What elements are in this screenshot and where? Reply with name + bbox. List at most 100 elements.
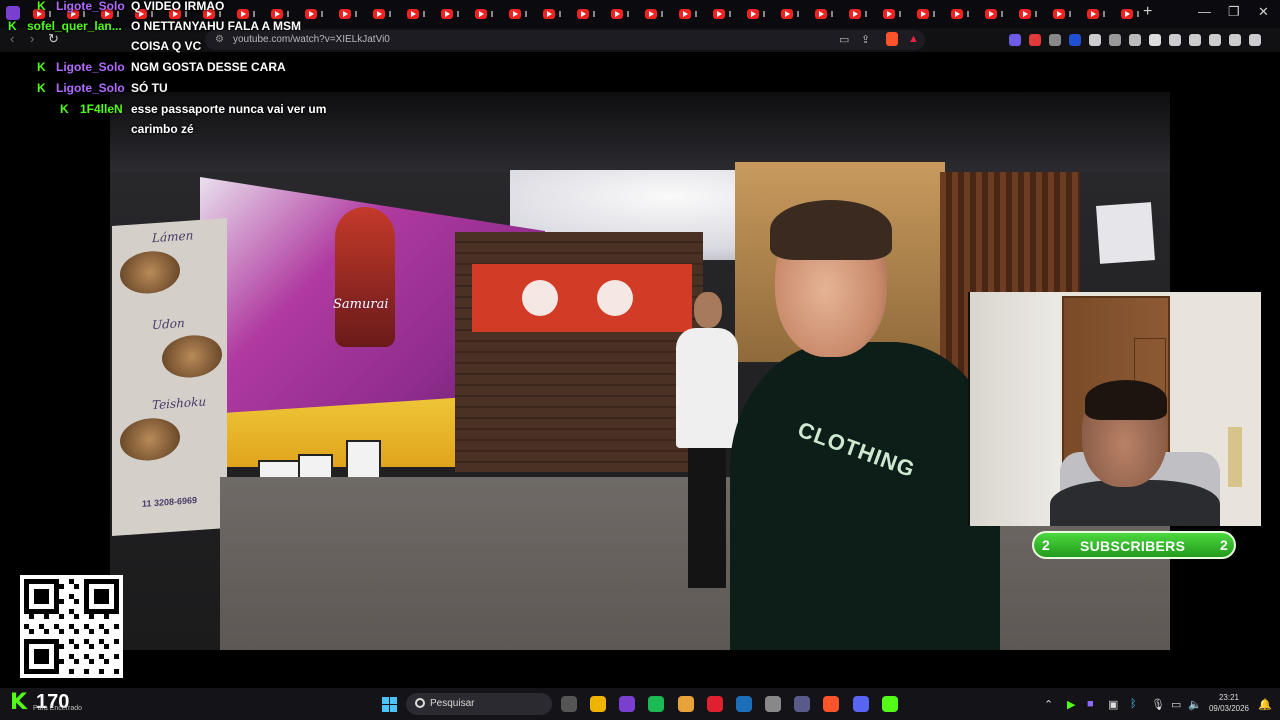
viewer-count-widget: K 170 Para Encerrado	[8, 690, 108, 715]
browser-extension-icon[interactable]	[1229, 34, 1241, 46]
subscriber-counter: 2 SUBSCRIBERS 2	[1032, 531, 1236, 559]
taskbar-clock[interactable]: 23:21 09/03/2026	[1206, 692, 1252, 714]
obs-icon[interactable]	[765, 696, 781, 712]
taskbar-search[interactable]: Pesquisar	[406, 693, 552, 715]
browser-extension-icon[interactable]	[1209, 34, 1221, 46]
wall-notice	[1096, 202, 1155, 264]
youtube-tab[interactable]	[436, 5, 466, 23]
new-tab-plus-icon[interactable]: +	[1143, 3, 1152, 21]
youtube-tab[interactable]	[402, 5, 432, 23]
kick-icon[interactable]	[882, 696, 898, 712]
browser-extension-icon[interactable]	[1129, 34, 1141, 46]
tray-app-icon[interactable]: ▣	[1108, 698, 1118, 711]
opera-icon[interactable]	[707, 696, 723, 712]
browser-extension-icon[interactable]	[1189, 34, 1201, 46]
chat-text: O NETTANYAHU FALA A MSM COISA Q VC	[131, 19, 301, 53]
tab-divider	[899, 11, 901, 17]
close-icon[interactable]: ✕	[1258, 4, 1269, 20]
youtube-tab[interactable]	[1082, 5, 1112, 23]
tab-divider	[865, 11, 867, 17]
tab-divider	[661, 11, 663, 17]
youtube-tab[interactable]	[844, 5, 874, 23]
youtube-tab[interactable]	[334, 5, 364, 23]
youtube-tab[interactable]	[742, 5, 772, 23]
youtube-favicon-icon	[747, 9, 759, 19]
subscriber-count-right: 2	[1220, 537, 1228, 553]
tray-bluetooth-icon[interactable]: ᛒ	[1130, 698, 1137, 710]
person-main-body	[730, 342, 1000, 650]
youtube-tab[interactable]	[368, 5, 398, 23]
youtube-tab[interactable]	[946, 5, 976, 23]
browser-extension-icon[interactable]	[1009, 34, 1021, 46]
browser-extension-icon[interactable]	[1049, 34, 1061, 46]
tab-divider	[389, 11, 391, 17]
youtube-tab[interactable]	[606, 5, 636, 23]
minimize-icon[interactable]: —	[1198, 4, 1211, 19]
youtube-favicon-icon	[577, 9, 589, 19]
kick-badge-icon: K	[37, 0, 46, 13]
chat-username: Ligote_Solo	[56, 81, 125, 95]
folder-icon[interactable]	[590, 696, 606, 712]
discord-icon[interactable]	[853, 696, 869, 712]
browser-extension-icon[interactable]	[1249, 34, 1261, 46]
youtube-favicon-icon	[951, 9, 963, 19]
youtube-favicon-icon	[679, 9, 691, 19]
menu-title-teishoku: Teishoku	[152, 394, 207, 413]
youtube-tab[interactable]	[1048, 5, 1078, 23]
youtube-tab[interactable]	[1116, 5, 1146, 23]
share-icon[interactable]: ⇪	[861, 33, 870, 46]
browser-extension-icon[interactable]	[1069, 34, 1081, 46]
tab-divider	[559, 11, 561, 17]
notification-bell-icon[interactable]: 🔔	[1258, 698, 1272, 711]
windows-start-icon[interactable]	[382, 697, 398, 713]
brave-icon[interactable]	[823, 696, 839, 712]
menu-title-lamen: Lámen	[152, 228, 194, 246]
youtube-tab[interactable]	[470, 5, 500, 23]
steam-icon[interactable]	[736, 696, 752, 712]
menu-plate	[120, 249, 180, 296]
browser-extension-icon[interactable]	[1109, 34, 1121, 46]
brave-rewards-icon[interactable]: ▲	[908, 33, 919, 45]
file-explorer-icon[interactable]	[561, 696, 577, 712]
tab-divider	[967, 11, 969, 17]
youtube-tab[interactable]	[640, 5, 670, 23]
browser-extension-icon[interactable]	[1089, 34, 1101, 46]
cast-icon[interactable]: ▭	[839, 33, 849, 46]
brave-shield-icon[interactable]	[886, 32, 898, 46]
webcam-wall	[970, 292, 1060, 526]
webcam-person-body	[1050, 480, 1220, 526]
youtube-tab[interactable]	[912, 5, 942, 23]
youtube-tab[interactable]	[708, 5, 738, 23]
app-grid-icon[interactable]	[619, 696, 635, 712]
youtube-favicon-icon	[781, 9, 793, 19]
tab-divider	[1035, 11, 1037, 17]
youtube-tab[interactable]	[538, 5, 568, 23]
youtube-tab[interactable]	[878, 5, 908, 23]
kick-badge-icon: K	[60, 102, 69, 116]
tray-play-icon[interactable]: ▶	[1067, 698, 1075, 711]
youtube-tab[interactable]	[980, 5, 1010, 23]
maximize-icon[interactable]: ❐	[1228, 4, 1240, 20]
youtube-tab[interactable]	[1014, 5, 1044, 23]
youtube-tab[interactable]	[674, 5, 704, 23]
youtube-favicon-icon	[917, 9, 929, 19]
tray-mic-icon[interactable]: 🎙	[1151, 698, 1165, 711]
youtube-tab[interactable]	[776, 5, 806, 23]
browser-extension-icon[interactable]	[1149, 34, 1161, 46]
tray-app-icon[interactable]: ■	[1087, 698, 1094, 710]
youtube-tab[interactable]	[572, 5, 602, 23]
tab-divider	[491, 11, 493, 17]
youtube-favicon-icon	[475, 9, 487, 19]
browser-extension-icon[interactable]	[1169, 34, 1181, 46]
tray-chevron-up-icon[interactable]: ⌃	[1044, 698, 1053, 711]
chrome-icon[interactable]	[678, 696, 694, 712]
chat-text: esse passaporte nunca vai ver um carimbo…	[131, 102, 327, 136]
clock-time: 23:21	[1218, 693, 1240, 702]
tray-network-icon[interactable]: ▭	[1171, 698, 1181, 711]
spotify-icon[interactable]	[648, 696, 664, 712]
tray-volume-icon[interactable]: 🔈	[1188, 698, 1202, 711]
browser-extension-icon[interactable]	[1029, 34, 1041, 46]
youtube-tab[interactable]	[504, 5, 534, 23]
app-icon[interactable]	[794, 696, 810, 712]
youtube-tab[interactable]	[810, 5, 840, 23]
